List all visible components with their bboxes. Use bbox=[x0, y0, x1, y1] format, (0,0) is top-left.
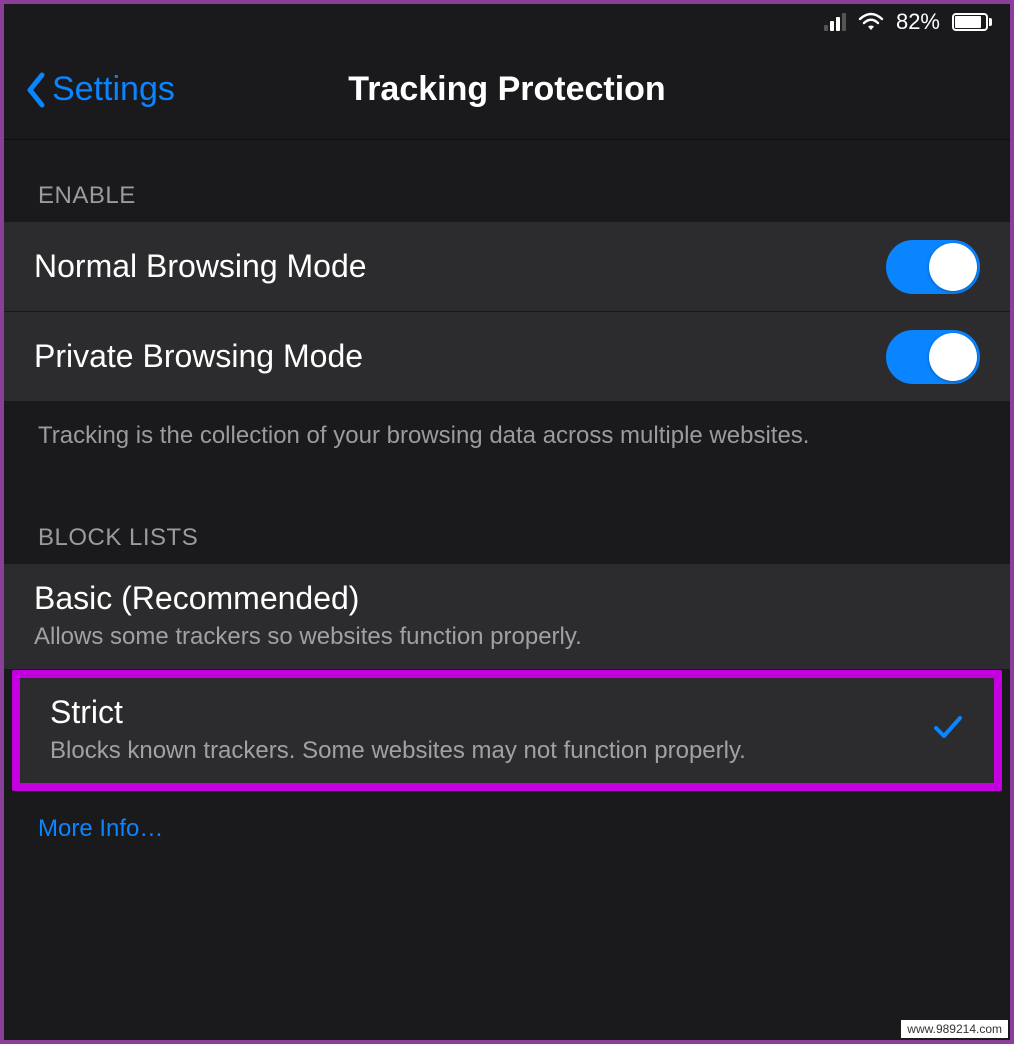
toggle-normal-browsing[interactable] bbox=[886, 240, 980, 294]
section-header-enable: ENABLE bbox=[4, 140, 1010, 222]
row-strict[interactable]: Strict Blocks known trackers. Some websi… bbox=[20, 678, 994, 783]
toggle-private-browsing[interactable] bbox=[886, 330, 980, 384]
back-label: Settings bbox=[52, 70, 175, 109]
highlight-frame: Strict Blocks known trackers. Some websi… bbox=[12, 670, 1002, 791]
battery-percent-label: 82% bbox=[896, 9, 940, 35]
battery-icon bbox=[952, 13, 992, 31]
cell-signal-icon bbox=[824, 13, 846, 31]
row-basic[interactable]: Basic (Recommended) Allows some trackers… bbox=[4, 564, 1010, 670]
row-label: Private Browsing Mode bbox=[34, 338, 363, 375]
toggle-knob bbox=[929, 333, 977, 381]
section-header-blocklists: BLOCK LISTS bbox=[4, 482, 1010, 564]
row-normal-browsing: Normal Browsing Mode bbox=[4, 222, 1010, 312]
section-footer-enable: Tracking is the collection of your brows… bbox=[4, 402, 1010, 482]
back-button[interactable]: Settings bbox=[4, 70, 175, 109]
row-subtitle: Allows some trackers so websites functio… bbox=[34, 623, 582, 651]
row-label: Normal Browsing Mode bbox=[34, 248, 367, 285]
status-bar: 82% bbox=[4, 4, 1010, 40]
row-subtitle: Blocks known trackers. Some websites may… bbox=[50, 737, 746, 765]
nav-header: Settings Tracking Protection bbox=[4, 40, 1010, 140]
page-title: Tracking Protection bbox=[348, 70, 665, 109]
chevron-left-icon bbox=[24, 71, 46, 109]
row-title: Basic (Recommended) bbox=[34, 580, 582, 617]
watermark: www.989214.com bbox=[901, 1020, 1008, 1038]
wifi-icon bbox=[858, 12, 884, 32]
more-info-link[interactable]: More Info… bbox=[4, 791, 1010, 867]
row-private-browsing: Private Browsing Mode bbox=[4, 312, 1010, 402]
row-title: Strict bbox=[50, 694, 746, 731]
toggle-knob bbox=[929, 243, 977, 291]
checkmark-icon bbox=[932, 714, 964, 745]
app-container: 82% Settings Tracking Protection ENABLE … bbox=[0, 0, 1014, 1044]
